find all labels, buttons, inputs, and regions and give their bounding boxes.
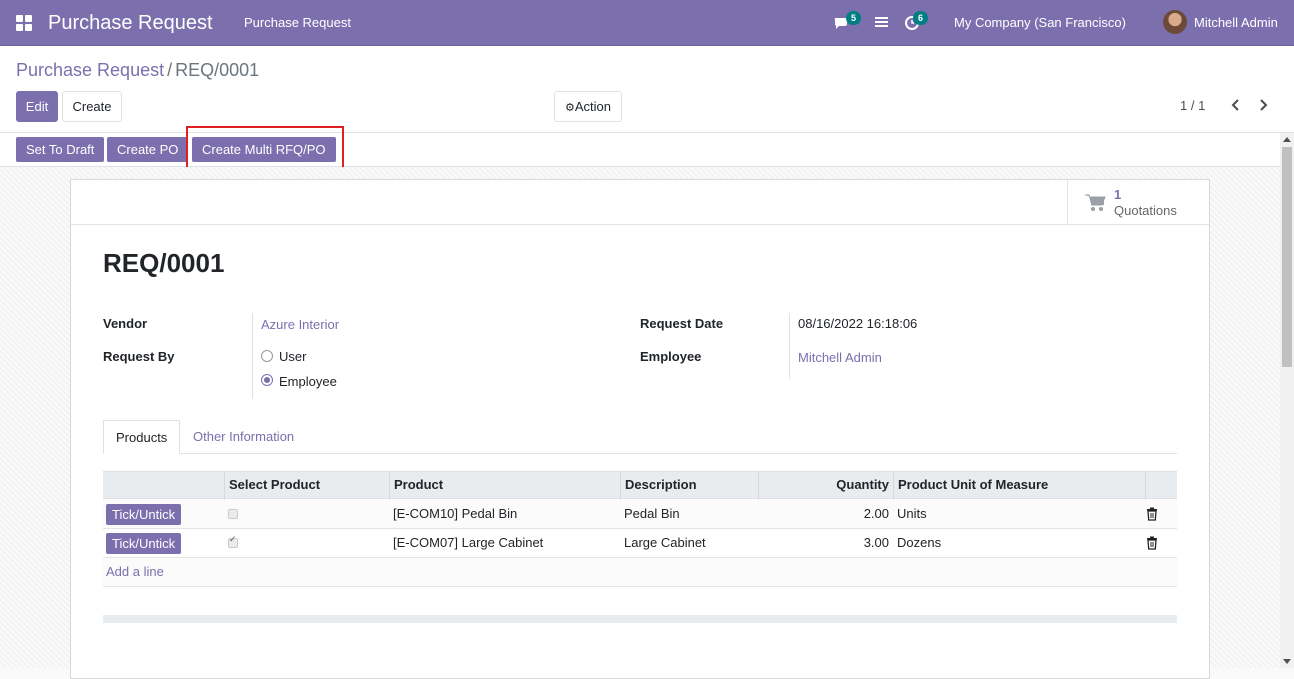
select-product-checkbox[interactable] bbox=[228, 509, 238, 519]
tick-untick-button[interactable]: Tick/Untick bbox=[106, 504, 182, 525]
tick-untick-button[interactable]: Tick/Untick bbox=[106, 533, 182, 554]
action-label: Action bbox=[574, 99, 611, 114]
table-footer bbox=[103, 615, 1177, 623]
request-by-user-radio[interactable] bbox=[261, 350, 273, 362]
set-to-draft-button[interactable]: Set To Draft bbox=[16, 137, 105, 162]
scroll-thumb[interactable] bbox=[1282, 147, 1292, 367]
action-dropdown-button[interactable]: ⚙Action bbox=[554, 91, 622, 122]
vendor-label: Vendor bbox=[103, 316, 148, 331]
table-row[interactable]: Tick/Untick [E-COM10] Pedal Bin Pedal Bi… bbox=[103, 500, 1177, 529]
quantity-cell[interactable]: 3.00 bbox=[758, 529, 893, 557]
chat-count-badge: 5 bbox=[846, 11, 861, 25]
quotations-count: 1 bbox=[1114, 187, 1122, 202]
column-header-quantity[interactable]: Quantity bbox=[758, 472, 893, 500]
breadcrumb: Purchase Request / REQ/0001 bbox=[16, 59, 259, 81]
trash-icon[interactable] bbox=[1146, 536, 1158, 550]
pager-previous-icon[interactable] bbox=[1229, 98, 1243, 112]
column-header-delete bbox=[1145, 472, 1177, 500]
column-header-description[interactable]: Description bbox=[620, 472, 758, 500]
scroll-down-icon[interactable] bbox=[1283, 659, 1291, 664]
table-row[interactable]: Tick/Untick [E-COM07] Large Cabinet Larg… bbox=[103, 529, 1177, 558]
user-avatar[interactable] bbox=[1163, 10, 1187, 34]
create-po-button[interactable]: Create PO bbox=[107, 137, 189, 162]
column-header-product[interactable]: Product bbox=[389, 472, 620, 500]
product-cell[interactable]: [E-COM10] Pedal Bin bbox=[389, 500, 521, 528]
shopping-cart-icon bbox=[1085, 194, 1106, 211]
left-group-divider bbox=[252, 313, 253, 399]
scroll-up-icon[interactable] bbox=[1283, 137, 1291, 142]
edit-button[interactable]: Edit bbox=[16, 91, 58, 122]
employee-label: Employee bbox=[640, 349, 702, 364]
quotations-smart-button[interactable]: 1 Quotations bbox=[1067, 180, 1209, 224]
column-header-tick bbox=[103, 472, 224, 500]
vendor-field[interactable]: Azure Interior bbox=[261, 317, 339, 332]
apps-menu-icon[interactable] bbox=[16, 15, 32, 31]
app-title[interactable]: Purchase Request bbox=[48, 10, 213, 36]
quantity-cell[interactable]: 2.00 bbox=[758, 500, 893, 528]
product-cell[interactable]: [E-COM07] Large Cabinet bbox=[389, 529, 547, 557]
pager-value[interactable]: 1 / 1 bbox=[1180, 98, 1205, 113]
smart-button-box: 1 Quotations bbox=[71, 180, 1209, 225]
select-product-checkbox[interactable] bbox=[228, 534, 238, 548]
request-by-employee-radio[interactable] bbox=[261, 374, 273, 386]
top-navbar: Purchase Request Purchase Request 5 6 My… bbox=[0, 0, 1294, 46]
gear-icon: ⚙ bbox=[564, 102, 575, 114]
request-date-field[interactable]: 08/16/2022 16:18:06 bbox=[798, 316, 917, 331]
record-title: REQ/0001 bbox=[103, 248, 225, 278]
description-cell[interactable]: Pedal Bin bbox=[620, 500, 684, 528]
employee-field[interactable]: Mitchell Admin bbox=[798, 350, 882, 365]
add-a-line-link[interactable]: Add a line bbox=[106, 558, 164, 586]
add-line-row: Add a line bbox=[103, 558, 1177, 587]
breadcrumb-separator: / bbox=[167, 60, 173, 80]
user-menu[interactable]: Mitchell Admin bbox=[1194, 15, 1278, 30]
activity-list-icon[interactable] bbox=[873, 13, 891, 31]
request-by-label: Request By bbox=[103, 349, 175, 364]
pager-next-icon[interactable] bbox=[1256, 98, 1270, 112]
tab-other-information[interactable]: Other Information bbox=[181, 420, 306, 454]
form-sheet: 1 Quotations REQ/0001 Vendor Azure Inter… bbox=[70, 179, 1210, 679]
breadcrumb-current: REQ/0001 bbox=[175, 60, 260, 80]
description-cell[interactable]: Large Cabinet bbox=[620, 529, 710, 557]
request-by-employee-label[interactable]: Employee bbox=[279, 374, 337, 389]
vertical-scrollbar[interactable] bbox=[1280, 133, 1294, 668]
column-header-select-product[interactable]: Select Product bbox=[224, 472, 389, 500]
trash-icon[interactable] bbox=[1146, 507, 1158, 521]
create-button[interactable]: Create bbox=[62, 91, 122, 122]
breadcrumb-parent-link[interactable]: Purchase Request bbox=[16, 60, 164, 80]
uom-cell[interactable]: Dozens bbox=[893, 529, 945, 557]
quotations-label: Quotations bbox=[1114, 203, 1177, 218]
column-header-uom[interactable]: Product Unit of Measure bbox=[893, 472, 1145, 500]
table-header: Select Product Product Description Quant… bbox=[103, 471, 1177, 500]
activity-count-badge: 6 bbox=[913, 11, 928, 25]
request-by-user-label[interactable]: User bbox=[279, 349, 306, 364]
control-panel: Purchase Request / REQ/0001 Edit Create ⚙A… bbox=[0, 46, 1294, 133]
highlight-annotation-box bbox=[186, 126, 344, 173]
company-switcher[interactable]: My Company (San Francisco) bbox=[954, 15, 1126, 30]
request-date-label: Request Date bbox=[640, 316, 724, 331]
uom-cell[interactable]: Units bbox=[893, 500, 931, 528]
menu-purchase-request[interactable]: Purchase Request bbox=[244, 15, 351, 30]
tab-products[interactable]: Products bbox=[103, 420, 181, 454]
right-group-divider bbox=[789, 313, 790, 379]
